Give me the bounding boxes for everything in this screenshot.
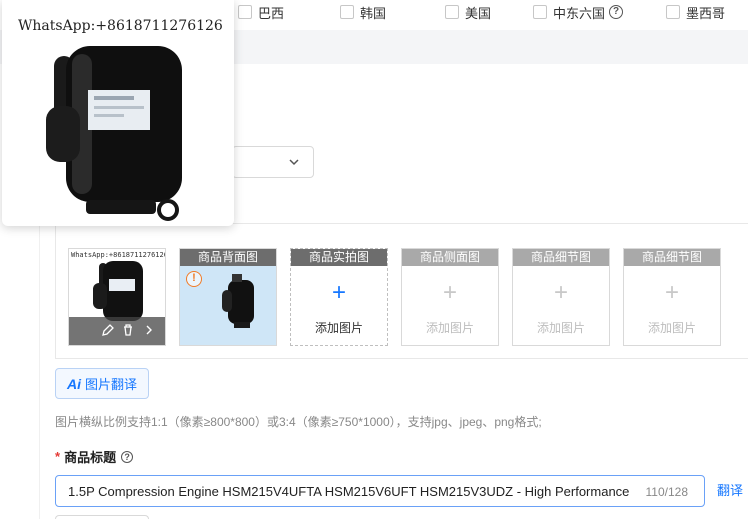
region-label: 墨西哥 [686, 5, 726, 21]
side-image-slot[interactable]: 商品侧面图 + 添加图片 [401, 248, 499, 346]
ai-badge: Ai [66, 375, 81, 392]
back-image-slot[interactable]: 商品背面图 ! [179, 248, 277, 346]
checkbox[interactable] [340, 5, 354, 19]
product-title-value[interactable]: 1.5P Compression Engine HSM215V4UFTA HSM… [68, 484, 634, 499]
checkbox[interactable] [533, 5, 547, 19]
slot-caption: 商品实拍图 [291, 249, 387, 266]
ai-translate-label: 图片翻译 [84, 377, 137, 392]
translate-link[interactable]: 翻译 [717, 480, 743, 499]
real-photo-slot[interactable]: 商品实拍图 + 添加图片 [290, 248, 388, 346]
checkbox[interactable] [238, 5, 252, 19]
image-format-hint: 图片横纵比例支持1:1（像素≥800*800）或3:4（像素≥750*1000）… [55, 415, 542, 429]
plus-icon: + [553, 279, 568, 306]
checkbox[interactable] [666, 5, 680, 19]
detail-image-slot[interactable]: 商品细节图 + 添加图片 [512, 248, 610, 346]
add-image-label: 添加图片 [647, 321, 696, 335]
compressor-preview-photo [46, 46, 182, 221]
region-option-mexico[interactable]: 墨西哥 [666, 2, 725, 22]
region-label: 中东六国 [553, 5, 606, 21]
edit-icon[interactable] [101, 323, 115, 340]
image-actions-overlay [69, 317, 165, 345]
ai-image-translate-button[interactable]: Ai 图片翻译 [55, 368, 149, 399]
chevron-down-icon [289, 159, 299, 166]
product-title-input[interactable]: 1.5P Compression Engine HSM215V4UFTA HSM… [55, 475, 705, 507]
char-counter: 110/128 [645, 485, 689, 499]
slot-caption: 商品细节图 [513, 249, 609, 266]
add-image-label: 添加图片 [425, 321, 474, 335]
checkbox[interactable] [445, 5, 459, 19]
field-label: 商品标题 [64, 450, 117, 465]
add-image-label: 添加图片 [536, 321, 585, 335]
help-icon[interactable]: ? [121, 450, 134, 463]
product-title-label: * 商品标题 ? [55, 447, 134, 466]
detail-image-slot[interactable]: 商品细节图 + 添加图片 [623, 248, 721, 346]
info-icon[interactable]: ! [186, 271, 202, 287]
add-image-label: 添加图片 [314, 321, 363, 335]
slot-caption: 商品细节图 [624, 249, 720, 266]
help-icon[interactable]: ? [609, 5, 624, 19]
region-label: 巴西 [258, 5, 285, 21]
preview-watermark: WhatsApp:+8618711276126 [18, 18, 223, 34]
plus-icon: + [664, 279, 679, 306]
chevron-right-icon[interactable] [143, 323, 155, 340]
main-image-slot[interactable]: WhatsApp:+8618711276126 [68, 248, 166, 346]
trash-icon[interactable] [121, 323, 135, 340]
category-select[interactable] [232, 146, 314, 178]
region-option-korea[interactable]: 韩国 [340, 2, 386, 22]
image-preview-popup: WhatsApp:+8618711276126 [2, 0, 234, 226]
required-mark: * [55, 449, 61, 464]
region-option-brazil[interactable]: 巴西 [238, 2, 284, 22]
region-label: 韩国 [360, 5, 387, 21]
region-label: 美国 [465, 5, 492, 21]
next-field-fragment [55, 515, 149, 519]
region-option-usa[interactable]: 美国 [445, 2, 491, 22]
plus-icon: + [331, 279, 346, 306]
slot-caption: 商品背面图 [180, 249, 276, 266]
region-option-middle-east[interactable]: 中东六国 ? [533, 2, 624, 22]
plus-icon: + [442, 279, 457, 306]
slot-caption: 商品侧面图 [402, 249, 498, 266]
